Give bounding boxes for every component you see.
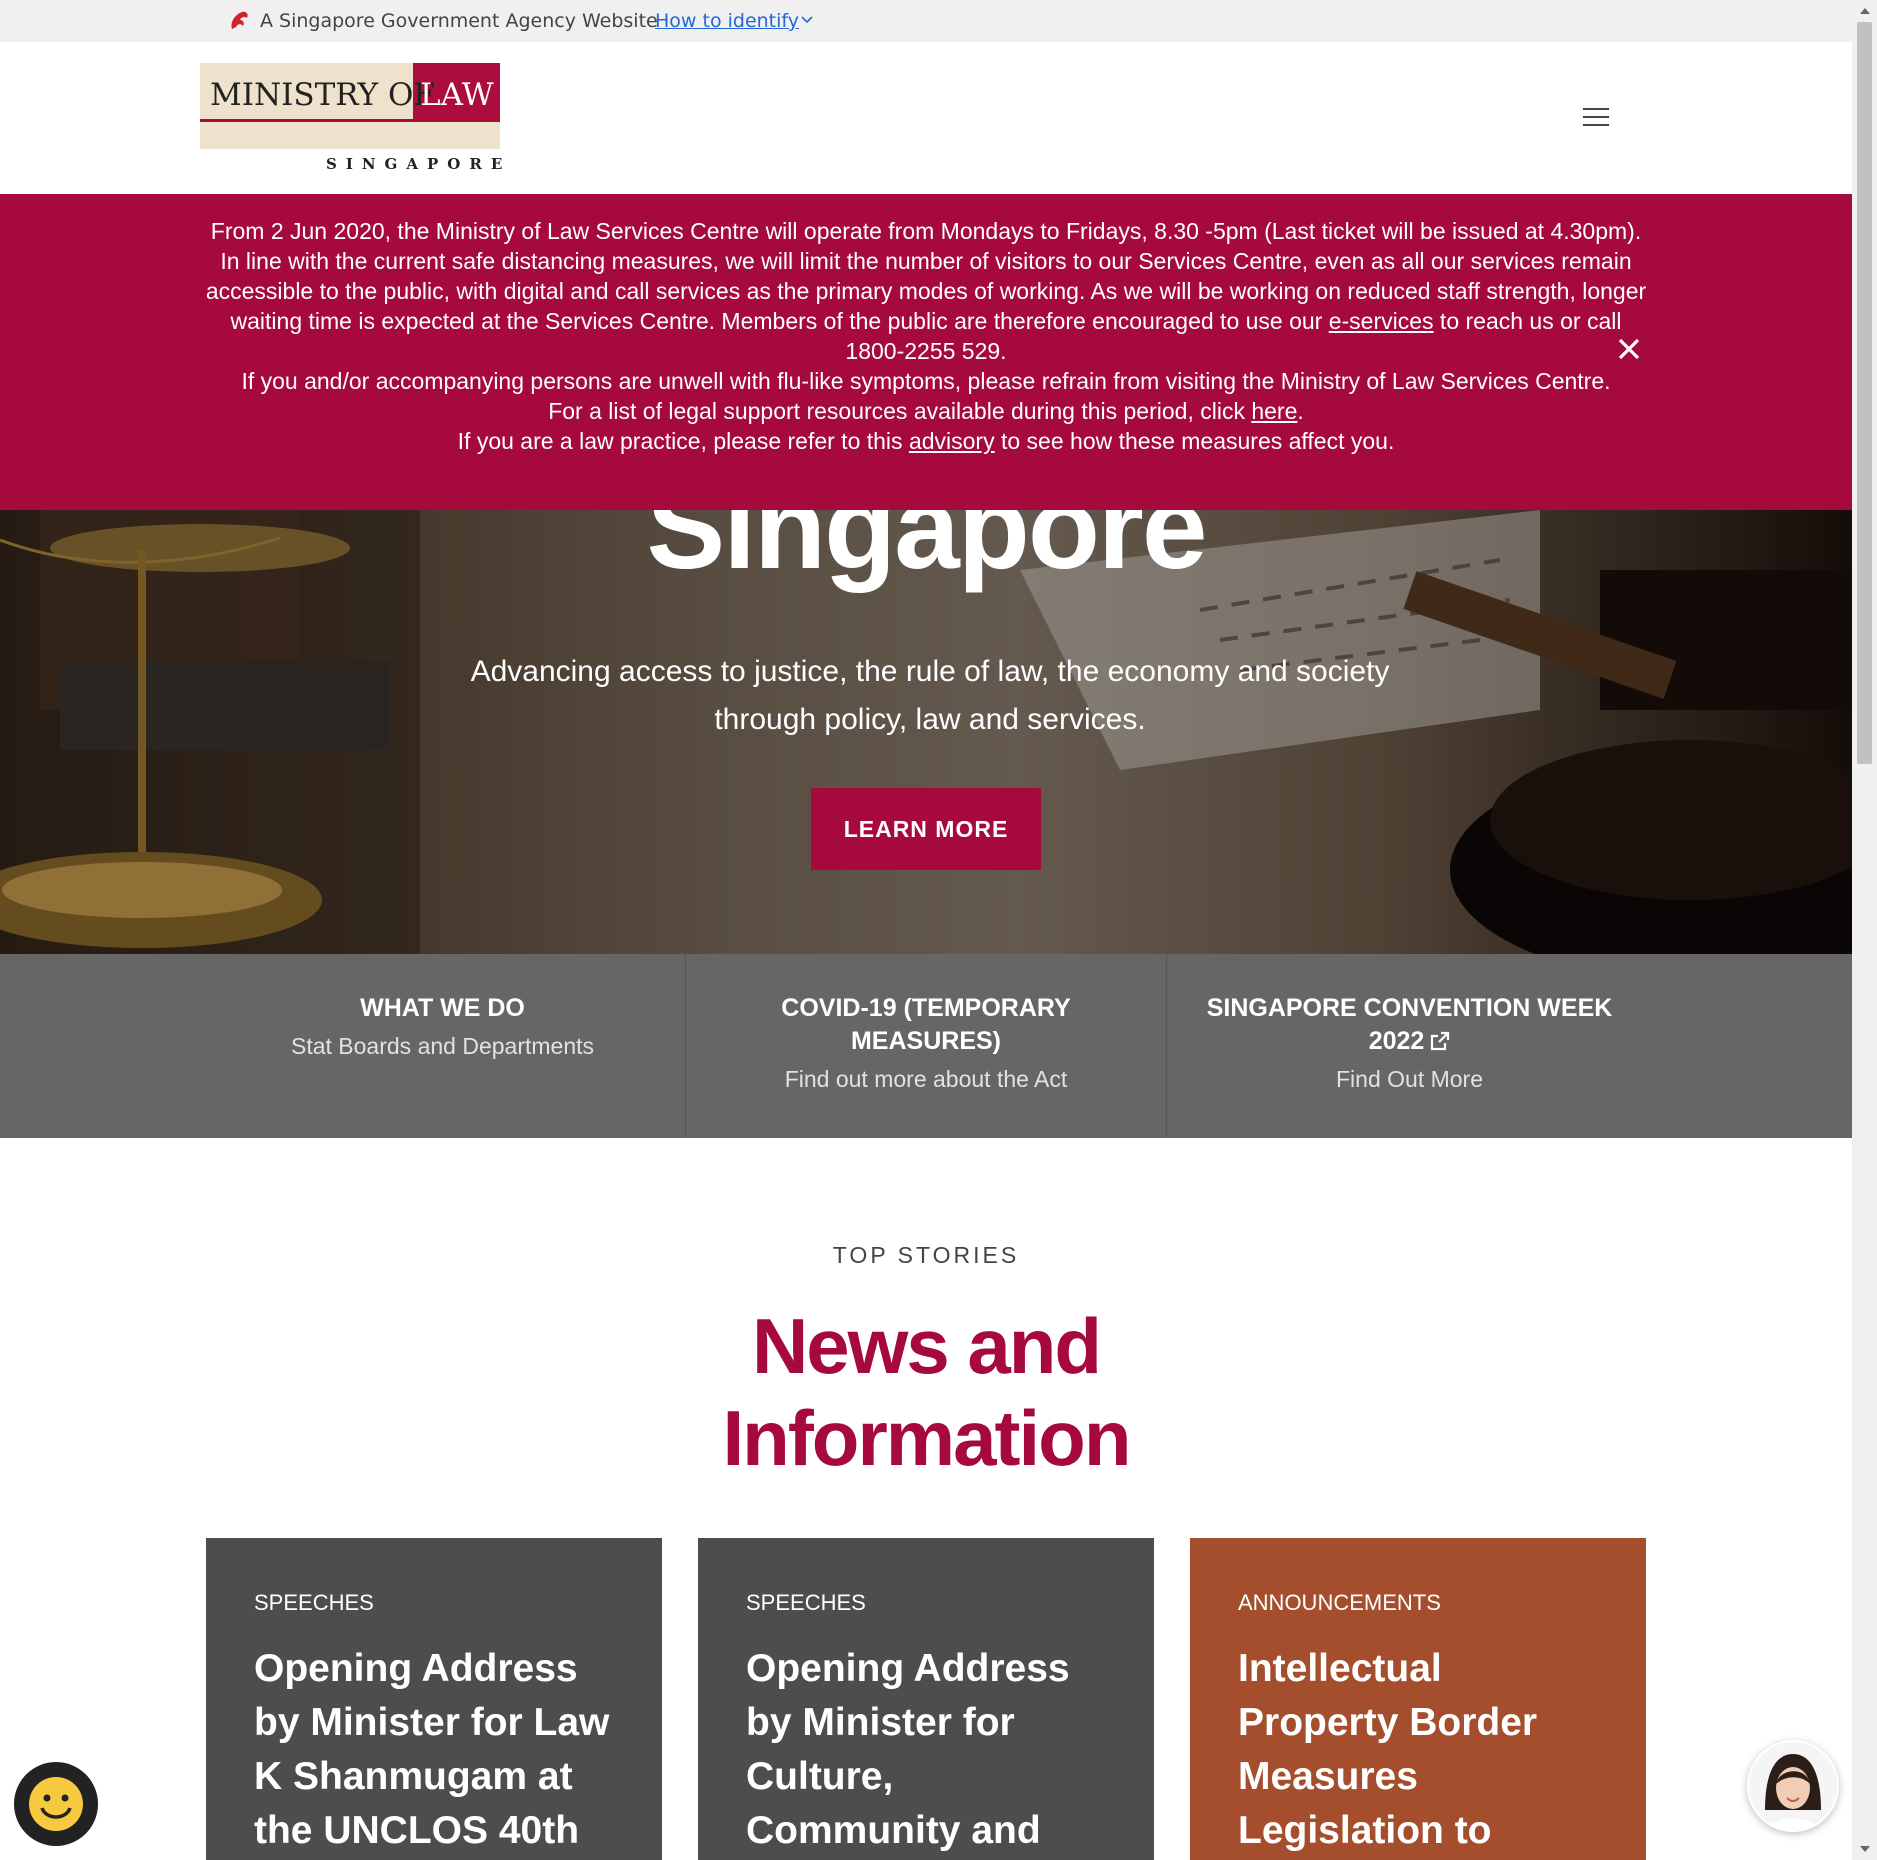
smiley-icon <box>29 1777 83 1831</box>
hero-banner: Singapore Advancing access to justice, t… <box>0 510 1852 954</box>
singapore-lion-icon <box>231 11 248 29</box>
notice-line-advisory: If you are a law practice, please refer … <box>457 428 1395 454</box>
notice-line-hours: From 2 Jun 2020, the Ministry of Law Ser… <box>210 218 1642 244</box>
assistant-portrait-icon <box>1749 1742 1837 1832</box>
scroll-up-arrow-icon[interactable] <box>1860 8 1870 14</box>
feedback-smiley-button[interactable] <box>14 1762 98 1846</box>
quick-link-heading: WHAT WE DO <box>360 994 525 1022</box>
close-icon[interactable] <box>1616 336 1642 362</box>
news-card-category: ANNOUNCEMENTS <box>1238 1590 1441 1615</box>
notice-line-resources: For a list of legal support resources av… <box>548 398 1304 424</box>
menu-icon[interactable] <box>1583 108 1609 128</box>
news-card-title[interactable]: Opening Address by Minister for Law K Sh… <box>254 1642 614 1858</box>
notice-line-distancing: In line with the current safe distancing… <box>205 248 1647 364</box>
news-card[interactable]: ANNOUNCEMENTS Intellectual Property Bord… <box>1190 1538 1646 1860</box>
external-link-icon <box>1431 1031 1450 1051</box>
hero-title: Singapore <box>646 510 1208 594</box>
scrollbar-thumb[interactable] <box>1857 22 1872 764</box>
chat-assistant-avatar[interactable] <box>1747 1740 1839 1832</box>
hero-description: Advancing access to justice, the rule of… <box>470 655 1390 736</box>
news-cards: SPEECHES Opening Address by Minister for… <box>206 1538 1646 1860</box>
top-stories-label: TOP STORIES <box>832 1242 1020 1268</box>
quick-link-sub: Find out more about the Act <box>784 1066 1068 1092</box>
quick-link-covid[interactable]: COVID-19 (TEMPORARY MEASURES) Find out m… <box>686 954 1167 1138</box>
section-title: News and Information <box>722 1302 1132 1482</box>
news-card-category: SPEECHES <box>254 1590 374 1615</box>
ministry-of-law-logo[interactable]: MINISTRY OF LAW SINGAPORE <box>200 63 502 173</box>
advisory-link[interactable]: advisory <box>909 428 995 454</box>
notice-banner: From 2 Jun 2020, the Ministry of Law Ser… <box>0 194 1852 510</box>
news-card[interactable]: SPEECHES Opening Address by Minister for… <box>206 1538 662 1860</box>
quick-link-what-we-do[interactable]: WHAT WE DO Stat Boards and Departments <box>0 954 686 1138</box>
news-card-title[interactable]: Opening Address by Minister for Culture,… <box>746 1642 1106 1860</box>
news-card-title[interactable]: Intellectual Property Border Measures Le… <box>1238 1642 1598 1860</box>
chevron-down-icon[interactable] <box>800 13 814 27</box>
learn-more-button[interactable]: LEARN MORE <box>811 788 1041 870</box>
quick-link-sub: Find Out More <box>1336 1066 1483 1092</box>
news-card-category: SPEECHES <box>746 1590 866 1615</box>
masthead-text: A Singapore Government Agency Website <box>260 10 658 32</box>
e-services-link[interactable]: e-services <box>1329 308 1434 334</box>
quick-link-heading: COVID-19 (TEMPORARY MEASURES) <box>781 994 1071 1055</box>
quick-link-sub: Stat Boards and Departments <box>291 1033 594 1059</box>
gov-masthead: A Singapore Government Agency Website Ho… <box>0 0 1852 42</box>
quick-link-heading: SINGAPORE CONVENTION WEEK 2022 <box>1206 994 1613 1055</box>
quick-link-convention-week[interactable]: SINGAPORE CONVENTION WEEK 2022 Find Out … <box>1167 954 1852 1138</box>
how-to-identify-link[interactable]: How to identify <box>655 10 799 32</box>
scroll-down-arrow-icon[interactable] <box>1860 1846 1870 1852</box>
site-header: MINISTRY OF LAW SINGAPORE <box>0 42 1852 194</box>
notice-line-unwell: If you and/or accompanying persons are u… <box>241 368 1611 394</box>
news-card[interactable]: SPEECHES Opening Address by Minister for… <box>698 1538 1154 1860</box>
here-link[interactable]: here <box>1251 398 1297 424</box>
quick-links: WHAT WE DO Stat Boards and Departments C… <box>0 954 1852 1138</box>
page-scrollbar[interactable] <box>1852 0 1877 1860</box>
